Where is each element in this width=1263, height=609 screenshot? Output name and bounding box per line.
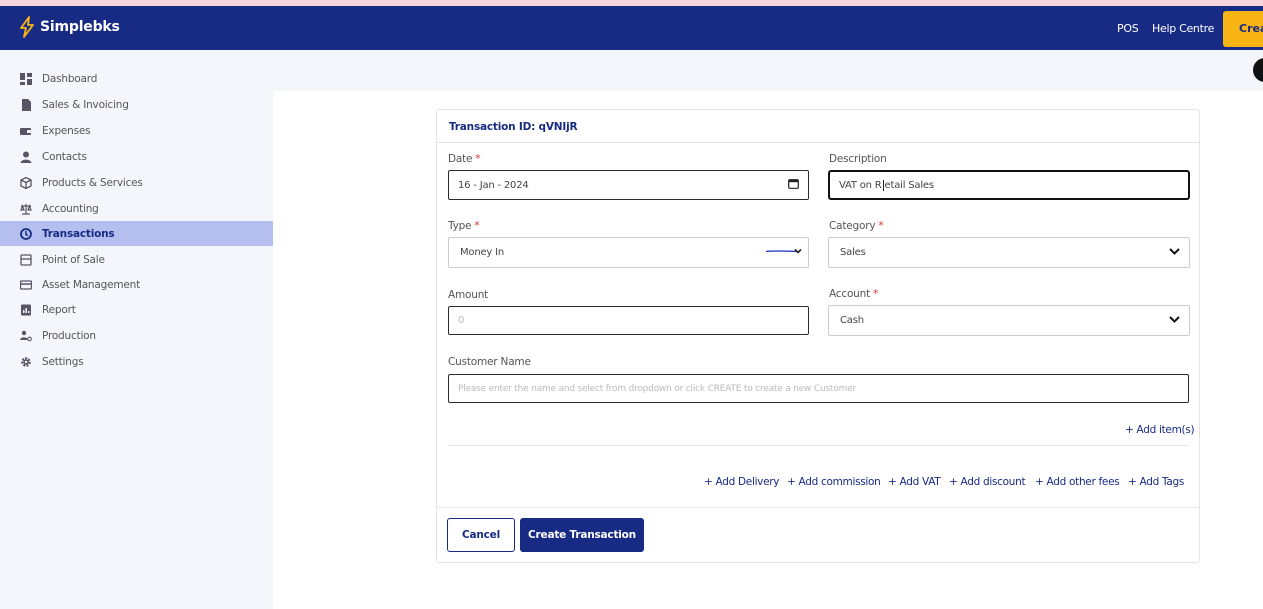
chevron-down-icon: [765, 246, 804, 259]
sidebar-item-accounting[interactable]: Accounting: [0, 196, 273, 221]
pos-icon: [20, 253, 32, 266]
create-button[interactable]: Create: [1223, 11, 1263, 47]
wallet-icon: [20, 125, 32, 137]
app-name: Simplebks: [40, 19, 120, 35]
sidebar-item-label: Sales & Invoicing: [42, 98, 129, 111]
type-select[interactable]: Money In: [448, 237, 809, 268]
top-header: Simplebks POS Help Centre Create: [0, 6, 1263, 50]
amount-input[interactable]: 0: [448, 306, 809, 335]
file-icon: [20, 98, 32, 111]
sidebar-item-label: Settings: [42, 355, 84, 368]
add-delivery-link[interactable]: + Add Delivery: [704, 476, 779, 488]
date-label: Date *: [448, 153, 481, 165]
date-input[interactable]: 16 - Jan - 2024: [448, 170, 809, 200]
sidebar-item-report[interactable]: Report: [0, 297, 273, 322]
text-caret: [882, 179, 884, 191]
card-icon: [20, 279, 32, 291]
sidebar-item-label: Point of Sale: [42, 253, 105, 266]
add-vat-link[interactable]: + Add VAT: [888, 476, 941, 488]
sidebar-item-label: Report: [42, 303, 76, 316]
sidebar-item-sales-invoicing[interactable]: Sales & Invoicing: [0, 92, 273, 117]
content-top-band: [273, 50, 1263, 91]
sidebar-item-dashboard[interactable]: Dashboard: [0, 66, 273, 91]
sidebar-item-transactions[interactable]: Transactions: [0, 221, 273, 246]
dashboard-icon: [20, 72, 32, 85]
amount-label: Amount: [448, 289, 489, 301]
description-label: Description: [829, 153, 887, 165]
add-tags-link[interactable]: + Add Tags: [1128, 476, 1184, 488]
required-marker: *: [873, 288, 879, 300]
person-icon: [20, 151, 32, 163]
account-select[interactable]: Cash: [828, 305, 1190, 336]
sidebar-item-settings[interactable]: Settings: [0, 349, 273, 374]
add-other-fees-link[interactable]: + Add other fees: [1035, 476, 1120, 488]
transaction-id-title: Transaction ID: qVNIjR: [437, 110, 1199, 143]
add-commission-link[interactable]: + Add commission: [787, 476, 881, 488]
type-label: Type *: [448, 220, 480, 232]
report-icon: [20, 304, 32, 316]
sidebar-item-label: Asset Management: [42, 278, 141, 291]
chevron-down-icon: [1169, 247, 1180, 258]
customer-name-input[interactable]: Please enter the name and select from dr…: [448, 374, 1189, 403]
category-select[interactable]: Sales: [828, 237, 1190, 268]
box-icon: [20, 176, 32, 189]
pos-link[interactable]: POS: [1117, 22, 1139, 35]
required-marker: *: [475, 153, 481, 165]
sidebar-item-label: Products & Services: [42, 176, 143, 189]
sidebar-item-label: Contacts: [42, 150, 87, 163]
add-items-link[interactable]: + Add item(s): [1125, 424, 1195, 436]
help-centre-link[interactable]: Help Centre: [1152, 22, 1214, 35]
add-discount-link[interactable]: + Add discount: [949, 476, 1026, 488]
scale-icon: [20, 203, 32, 215]
sidebar-item-label: Transactions: [42, 227, 115, 240]
customer-name-label: Customer Name: [448, 356, 531, 368]
transaction-form-card: Transaction ID: qVNIjR Date * 16 - Jan - …: [436, 109, 1200, 563]
sidebar-item-label: Production: [42, 329, 96, 342]
sidebar-item-production[interactable]: Production: [0, 323, 273, 348]
sidebar-item-products-services[interactable]: Products & Services: [0, 170, 273, 195]
gear-icon: [20, 356, 32, 368]
footer-divider: [437, 507, 1199, 508]
required-marker: *: [878, 220, 884, 232]
chevron-down-icon: [1169, 315, 1180, 326]
category-label: Category *: [829, 220, 884, 232]
create-transaction-button[interactable]: Create Transaction: [520, 518, 644, 552]
logo-icon: [20, 16, 34, 38]
sidebar-item-point-of-sale[interactable]: Point of Sale: [0, 247, 273, 272]
production-icon: [20, 330, 32, 342]
description-input[interactable]: VAT on Retail Sales: [828, 170, 1190, 200]
sidebar-item-label: Accounting: [42, 202, 99, 215]
sidebar-item-label: Expenses: [42, 124, 91, 137]
account-label: Account *: [829, 288, 879, 300]
sidebar-item-label: Dashboard: [42, 72, 98, 85]
sidebar-item-contacts[interactable]: Contacts: [0, 144, 273, 169]
calendar-icon[interactable]: [788, 178, 799, 192]
sidebar-item-expenses[interactable]: Expenses: [0, 118, 273, 143]
app-logo[interactable]: Simplebks: [18, 16, 120, 38]
transactions-icon: [20, 227, 32, 240]
sidebar-item-asset-management[interactable]: Asset Management: [0, 272, 273, 297]
required-marker: *: [474, 220, 480, 232]
cancel-button[interactable]: Cancel: [447, 518, 515, 552]
divider: [448, 445, 1189, 446]
